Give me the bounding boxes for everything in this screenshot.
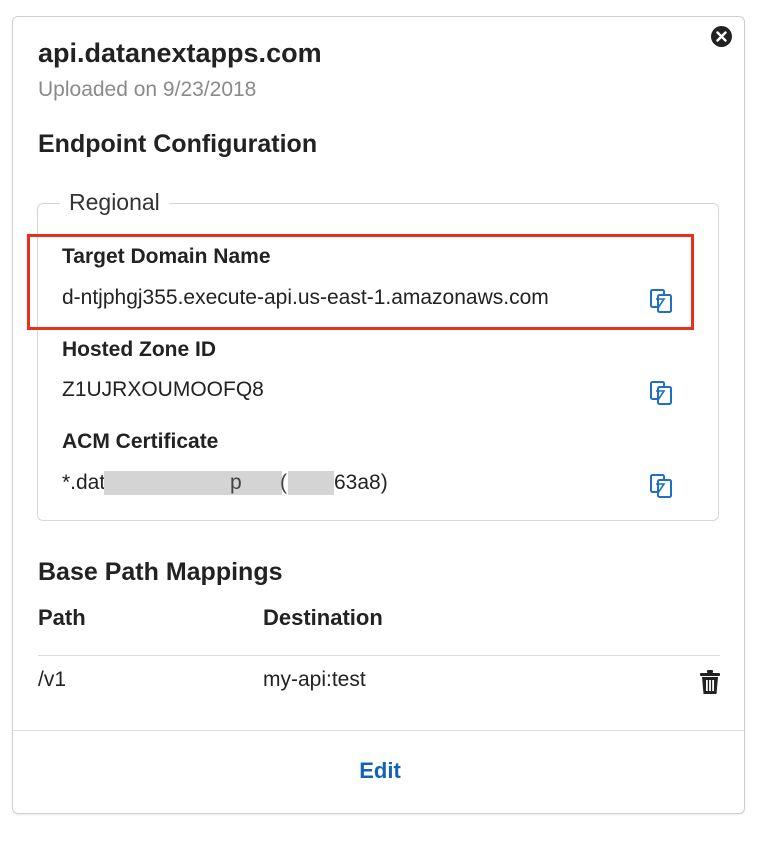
target-domain-value: d-ntjphgj355.execute-api.us-east-1.amazo…: [62, 286, 549, 309]
domain-title: api.datanextapps.com: [38, 38, 322, 68]
upload-date: Uploaded on 9/23/2018: [38, 78, 257, 101]
mapping-destination-cell: my-api:test: [263, 668, 366, 691]
acm-certificate-value-suffix: 63a8): [334, 471, 388, 494]
acm-certificate-label: ACM Certificate: [62, 430, 219, 453]
copy-icon[interactable]: [648, 379, 676, 407]
copy-icon[interactable]: [648, 472, 676, 500]
column-header-destination: Destination: [263, 605, 383, 630]
acm-certificate-value-mid2: (: [280, 471, 287, 494]
mapping-path-cell: /v1: [38, 668, 67, 691]
column-header-path: Path: [38, 605, 86, 630]
trash-icon[interactable]: [698, 669, 722, 695]
hosted-zone-label: Hosted Zone ID: [62, 338, 217, 361]
hosted-zone-value: Z1UJRXOUMOOFQ8: [62, 378, 264, 401]
endpoint-type-legend: Regional: [60, 189, 169, 216]
endpoint-configuration-heading: Endpoint Configuration: [38, 130, 318, 158]
acm-certificate-value-mid1: p: [230, 471, 242, 494]
acm-certificate-value-prefix: *.dat: [62, 471, 106, 494]
target-domain-label: Target Domain Name: [62, 245, 271, 268]
copy-icon[interactable]: [648, 287, 676, 315]
close-icon: [716, 31, 727, 42]
footer-divider: [13, 730, 744, 731]
edit-button[interactable]: Edit: [0, 758, 760, 784]
close-button[interactable]: [711, 26, 732, 47]
table-header-divider: [38, 655, 720, 656]
redacted-block: [104, 471, 282, 495]
redacted-block: [288, 471, 334, 495]
base-path-mappings-heading: Base Path Mappings: [38, 558, 283, 586]
